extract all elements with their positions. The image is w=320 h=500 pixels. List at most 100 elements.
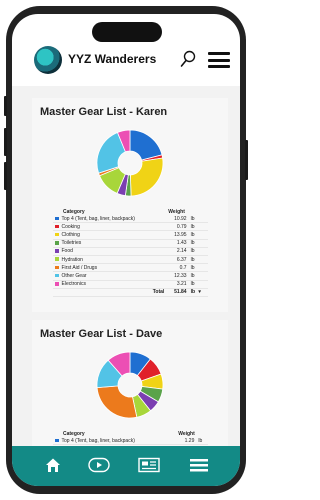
- phone-side-button: [4, 96, 7, 116]
- main-content: Master Gear List - Karen Category Weight…: [12, 86, 240, 460]
- legend-swatch: [55, 216, 59, 221]
- newspaper-icon: [138, 457, 160, 473]
- menu-icon[interactable]: [208, 52, 230, 68]
- weight-value: 1.43: [166, 239, 189, 248]
- weight-value: 2.14: [166, 247, 189, 256]
- category-label: Electronics: [61, 281, 86, 288]
- legend-swatch: [55, 257, 59, 261]
- weight-unit: lb: [188, 239, 208, 248]
- weight-value: 12.33: [166, 271, 189, 281]
- card-title: Master Gear List - Karen: [40, 106, 168, 118]
- column-header-weight: Weight: [178, 430, 195, 437]
- weight-value: 0.79: [166, 222, 189, 232]
- column-header-category: Category: [63, 208, 85, 215]
- nav-news[interactable]: [136, 454, 162, 476]
- weight-unit: lb: [188, 230, 208, 240]
- dynamic-island: [92, 22, 162, 42]
- category-label: Other Gear: [61, 272, 87, 279]
- card-title: Master Gear List - Dave: [40, 328, 163, 340]
- legend-swatch: [55, 273, 59, 278]
- table-row: Cooking 0.79 lb: [53, 222, 208, 232]
- legend-swatch: [55, 232, 59, 237]
- gear-donut-chart: [96, 351, 164, 419]
- gear-card-karen: Master Gear List - Karen Category Weight…: [32, 98, 228, 312]
- total-weight: 51.84: [166, 288, 189, 297]
- category-label: Clothing: [61, 231, 80, 238]
- nav-home[interactable]: [40, 454, 66, 476]
- donut-slice[interactable]: [129, 129, 163, 161]
- table-row: Other Gear 12.33 lb: [53, 271, 208, 281]
- category-label: Toiletries: [61, 240, 82, 247]
- nav-menu[interactable]: [186, 454, 212, 476]
- category-label: Top 4 (Tent, bag, liner, backpack): [61, 437, 135, 444]
- screen: YYZ Wanderers Master Gear List - Karen C…: [12, 14, 240, 486]
- legend-swatch: [55, 224, 59, 229]
- table-row: Clothing 13.95 lb: [53, 230, 208, 240]
- column-header-category: Category: [63, 430, 85, 437]
- legend-swatch: [55, 249, 59, 253]
- gear-table: Category Weight Top 4 (Tent, bag, liner,…: [53, 208, 208, 297]
- weight-value: 13.95: [166, 230, 189, 240]
- play-icon: [88, 457, 110, 473]
- gear-donut-chart: [96, 129, 164, 197]
- avatar[interactable]: [34, 46, 62, 74]
- table-row: Hydration 6.37 lb: [53, 255, 208, 265]
- category-label: Cooking: [61, 223, 80, 230]
- category-cell: Electronics: [53, 280, 167, 289]
- site-title[interactable]: YYZ Wanderers: [68, 52, 156, 66]
- weight-unit: lb: [188, 271, 208, 281]
- weight-value: 1.29: [176, 437, 197, 446]
- home-icon: [46, 458, 60, 472]
- legend-swatch: [55, 241, 59, 245]
- category-cell: Food: [53, 247, 167, 256]
- gear-card-dave: Master Gear List - Dave Category Weight …: [32, 320, 228, 460]
- weight-unit: lb: [188, 247, 208, 256]
- nav-video[interactable]: [86, 454, 112, 476]
- weight-unit: lb: [188, 222, 208, 232]
- category-label: Hydration: [61, 256, 83, 263]
- table-row: Top 4 (Tent, bag, liner, backpack) 10.92 l…: [53, 215, 208, 224]
- category-cell: First Aid / Drugs: [53, 263, 167, 273]
- weight-unit: lb: [196, 437, 208, 446]
- total-row: Total 51.84 lb ▾: [53, 288, 208, 297]
- table-row: Top 4 (Tent, bag, liner, backpack) 1.29 lb: [53, 437, 208, 446]
- weight-value: 6.37: [166, 255, 189, 265]
- donut-slice[interactable]: [96, 385, 138, 419]
- phone-power-button: [245, 140, 248, 180]
- category-cell: Other Gear: [53, 271, 167, 281]
- table-row: Electronics 3.21 lb: [53, 280, 208, 289]
- category-cell: Clothing: [53, 230, 167, 240]
- weight-unit: lb: [188, 280, 208, 289]
- gear-table: Category Weight Top 4 (Tent, bag, liner,…: [53, 430, 208, 446]
- category-cell: Top 4 (Tent, bag, liner, backpack): [53, 215, 167, 224]
- legend-swatch: [55, 282, 59, 286]
- column-header-weight: Weight: [168, 208, 185, 215]
- table-row: Toiletries 1.43 lb: [53, 239, 208, 248]
- bottom-nav-bar: [12, 446, 240, 486]
- table-row: First Aid / Drugs 0.7 lb: [53, 263, 208, 273]
- chevron-down-icon: ▾: [198, 289, 201, 296]
- legend-swatch: [55, 265, 59, 270]
- category-cell: Top 4 (Tent, bag, liner, backpack): [53, 437, 177, 446]
- weight-value: 0.7: [166, 263, 189, 273]
- phone-side-button: [4, 162, 7, 190]
- app-header: YYZ Wanderers: [12, 44, 240, 86]
- category-cell: Hydration: [53, 255, 167, 265]
- weight-unit: lb: [188, 263, 208, 273]
- menu-icon: [190, 459, 208, 472]
- weight-unit: lb: [188, 255, 208, 265]
- weight-value: 10.92: [166, 215, 189, 224]
- category-label: Food: [61, 248, 73, 255]
- category-cell: Cooking: [53, 222, 167, 232]
- phone-side-button: [4, 128, 7, 156]
- total-unit-select[interactable]: lb ▾: [188, 288, 208, 297]
- table-row: Food 2.14 lb: [53, 247, 208, 256]
- category-cell: Toiletries: [53, 239, 167, 248]
- legend-swatch: [55, 438, 59, 443]
- category-label: Top 4 (Tent, bag, liner, backpack): [61, 215, 135, 222]
- total-label: Total: [53, 288, 167, 297]
- total-unit: lb: [190, 289, 196, 296]
- search-icon[interactable]: [180, 50, 196, 68]
- weight-unit: lb: [188, 215, 208, 224]
- donut-slice[interactable]: [129, 157, 164, 197]
